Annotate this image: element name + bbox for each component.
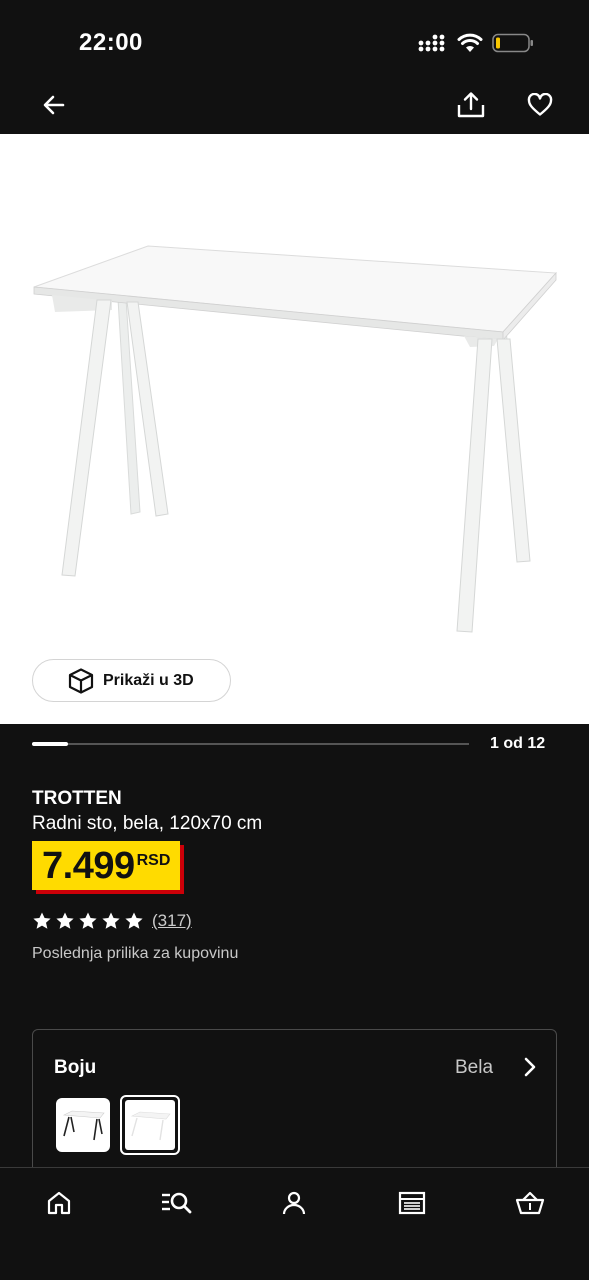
bottom-navigation	[0, 1167, 589, 1280]
search-icon	[162, 1192, 192, 1214]
nav-store[interactable]	[395, 1186, 429, 1220]
color-swatch-white[interactable]	[120, 1095, 180, 1155]
home-icon	[47, 1191, 71, 1215]
availability-text: Poslednja prilika za kupovinu	[32, 945, 239, 962]
star-icon	[33, 912, 51, 929]
color-swatch-black[interactable]	[56, 1098, 110, 1152]
star-icon	[79, 912, 97, 929]
nav-profile[interactable]	[277, 1186, 311, 1220]
arrow-left-icon	[43, 95, 65, 115]
product-description: Radni sto, bela, 120x70 cm	[32, 813, 263, 834]
cube-3d-icon	[68, 667, 94, 694]
color-selector[interactable]: Boju Bela	[32, 1029, 557, 1189]
rating-row[interactable]: (317)	[32, 911, 192, 931]
star-icon	[102, 912, 120, 929]
color-selector-value: Bela	[455, 1057, 494, 1078]
battery-icon	[492, 33, 533, 53]
share-icon	[457, 92, 485, 118]
price-tag: 7.499 RSD	[32, 841, 185, 894]
product-image-gallery[interactable]: Prikaži u 3D	[0, 134, 589, 724]
price-currency: RSD	[136, 852, 171, 869]
desk-thumbnail-white-art	[130, 1111, 171, 1141]
star-icon	[56, 912, 74, 929]
cart-icon	[515, 1191, 545, 1215]
star-icon	[125, 912, 143, 929]
nav-cart[interactable]	[513, 1186, 547, 1220]
product-name: TROTTEN	[32, 788, 122, 809]
gallery-progress-track	[32, 742, 469, 746]
chevron-right-icon[interactable]	[518, 1055, 542, 1079]
status-bar: 22:00	[0, 0, 589, 80]
product-image	[33, 245, 558, 633]
rating-count-link[interactable]: (317)	[152, 911, 192, 931]
heart-icon	[527, 93, 553, 116]
nav-home[interactable]	[42, 1186, 76, 1220]
top-app-bar	[0, 80, 589, 134]
color-selector-label: Boju	[54, 1057, 97, 1078]
view-3d-label: Prikaži u 3D	[103, 671, 194, 689]
price-box: 7.499 RSD	[32, 841, 181, 890]
desk-thumbnail-white	[125, 1100, 175, 1150]
gallery-progress-fill	[32, 742, 69, 746]
wifi-icon	[457, 33, 483, 52]
store-icon	[398, 1191, 426, 1215]
favorite-button[interactable]	[520, 85, 560, 125]
price-value: 7.499	[42, 845, 135, 887]
gallery-page-indicator: 1 od 12	[490, 735, 546, 752]
back-button[interactable]	[34, 85, 74, 125]
nav-search[interactable]	[159, 1186, 193, 1220]
view-3d-button[interactable]: Prikaži u 3D	[32, 659, 231, 702]
gallery-progress: 1 od 12	[0, 724, 589, 764]
profile-icon	[282, 1191, 306, 1215]
signal-icon	[418, 34, 445, 52]
share-button[interactable]	[451, 85, 491, 125]
desk-thumbnail-black	[62, 1110, 105, 1141]
status-time: 22:00	[79, 29, 143, 56]
